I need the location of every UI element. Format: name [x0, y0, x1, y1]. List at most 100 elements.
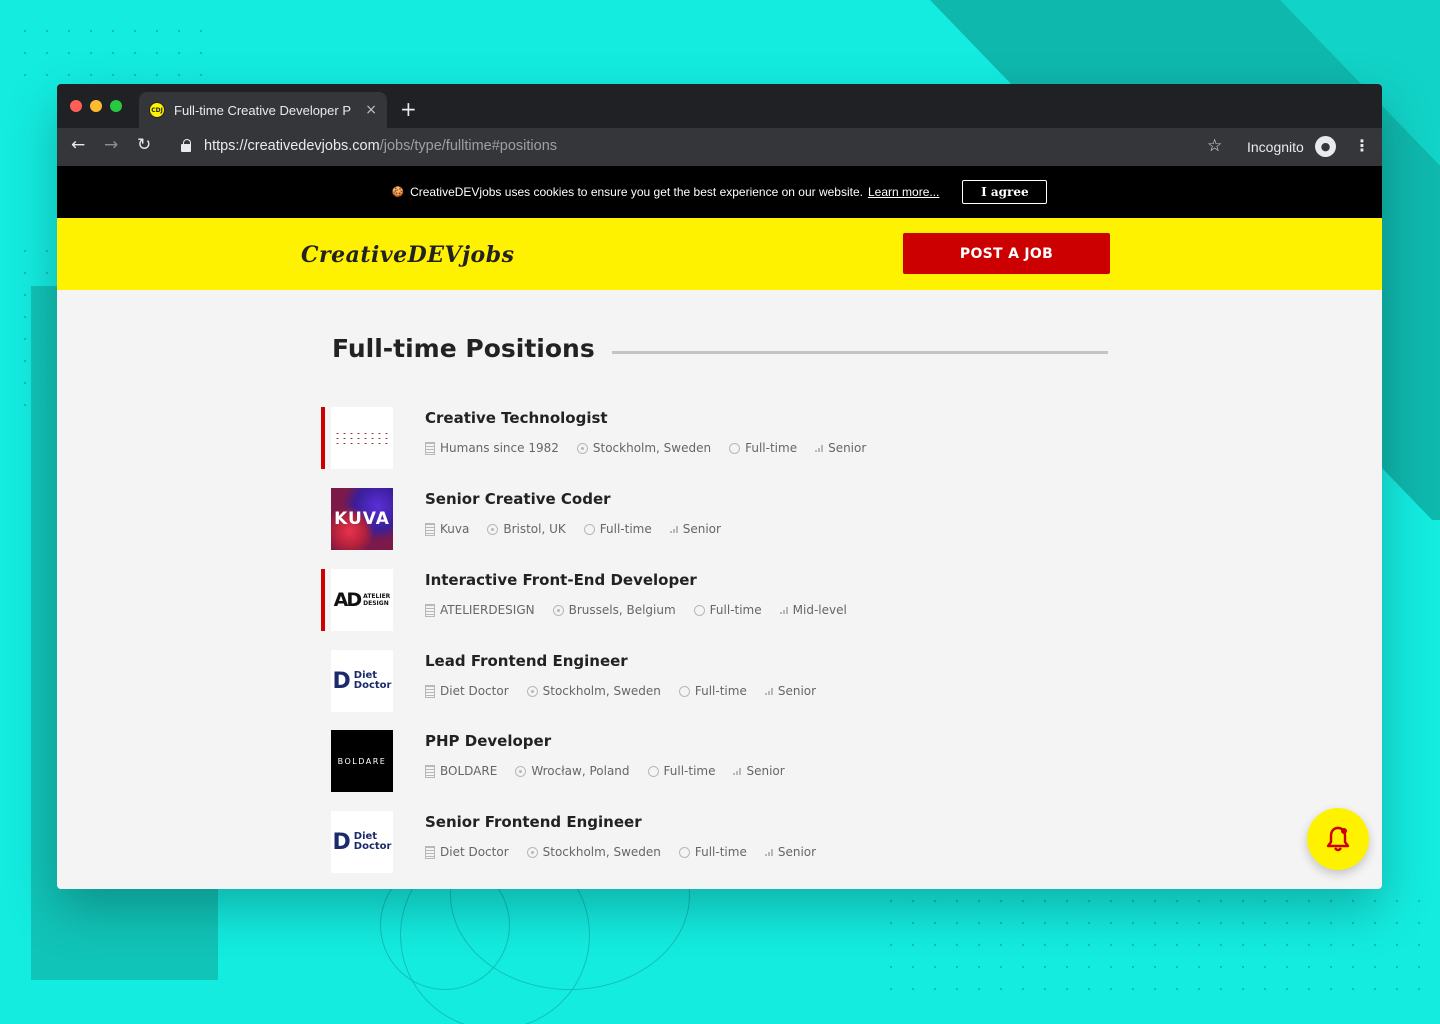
lock-icon	[181, 139, 191, 152]
building-icon	[425, 522, 435, 536]
job-location: Stockholm, Sweden	[526, 684, 661, 698]
job-title[interactable]: Interactive Front-End Developer	[425, 571, 697, 589]
close-window-button[interactable]	[70, 100, 82, 112]
job-type: Full-time	[678, 845, 747, 859]
browser-menu-icon[interactable]: ⋮	[1354, 136, 1370, 155]
boldare-logo[interactable]: BOLDARE	[331, 730, 393, 792]
job-type: Full-time	[678, 684, 747, 698]
location-text: Stockholm, Sweden	[542, 845, 661, 859]
bookmark-star-icon[interactable]: ☆	[1207, 136, 1222, 156]
location-text: Bristol, UK	[503, 522, 566, 536]
job-company: Humans since 1982	[425, 441, 559, 455]
job-listing[interactable]: Creative Technologist Humans since 1982 …	[321, 407, 921, 469]
kuva-logo[interactable]: KUVA	[331, 488, 393, 550]
level-text: Senior	[777, 684, 817, 698]
diet-doctor-logo[interactable]: D Diet Doctor	[331, 811, 393, 873]
company-name: BOLDARE	[440, 764, 498, 778]
logo-text: BOLDARE	[337, 756, 387, 766]
logo-text: Doctor	[353, 680, 392, 691]
forward-arrow-icon[interactable]: →	[104, 135, 118, 155]
site-header: CreativeDEVjobs POST A JOB	[57, 218, 1382, 290]
job-listing[interactable]: D Diet Doctor Senior Frontend Engineer Die…	[321, 811, 921, 873]
location-text: Stockholm, Sweden	[542, 684, 661, 698]
diet-doctor-logo[interactable]: D Diet Doctor	[331, 650, 393, 712]
new-tab-button[interactable]: +	[400, 97, 417, 121]
level-text: Senior	[682, 522, 721, 536]
job-title[interactable]: Creative Technologist	[425, 409, 608, 427]
job-level: Senior	[815, 441, 866, 455]
reload-icon[interactable]: ↻	[137, 135, 151, 155]
bell-icon	[1326, 826, 1350, 852]
address-bar[interactable]: https://creativedevjobs.com/jobs/type/fu…	[204, 138, 557, 154]
favicon-icon: CDJ	[149, 102, 165, 118]
atelier-design-logo[interactable]: AD ATELIER DESIGN	[331, 569, 393, 631]
site-logo[interactable]: CreativeDEVjobs	[301, 242, 514, 268]
humans-since-1982-logo[interactable]	[331, 407, 393, 469]
job-listing[interactable]: D Diet Doctor Lead Frontend Engineer Diet …	[321, 650, 921, 712]
location-pin-icon	[552, 604, 564, 616]
logo-text: AD	[333, 589, 363, 611]
job-title[interactable]: Senior Frontend Engineer	[425, 813, 642, 831]
job-location: Stockholm, Sweden	[526, 845, 661, 859]
job-company: Diet Doctor	[425, 845, 509, 859]
logo-text: KUVA	[334, 509, 390, 529]
location-pin-icon	[515, 765, 527, 777]
company-name: ATELIERDESIGN	[440, 603, 535, 617]
location-pin-icon	[526, 846, 538, 858]
learn-more-link[interactable]: Learn more...	[868, 185, 939, 199]
job-level: Senior	[764, 684, 817, 698]
job-type-text: Full-time	[663, 764, 716, 778]
job-title[interactable]: PHP Developer	[425, 732, 551, 750]
job-level: Mid-level	[779, 603, 847, 617]
incognito-icon[interactable]: ●	[1315, 136, 1336, 157]
incognito-label: Incognito	[1247, 139, 1304, 155]
browser-tab[interactable]: CDJ Full-time Creative Developer P ×	[139, 92, 387, 128]
company-name: Humans since 1982	[440, 441, 559, 455]
level-bars-icon	[779, 606, 788, 614]
level-text: Mid-level	[792, 603, 847, 617]
job-meta: ATELIERDESIGN Brussels, Belgium Full-tim…	[425, 603, 865, 617]
job-level: Senior	[764, 845, 817, 859]
job-meta: Humans since 1982 Stockholm, Sweden Full…	[425, 441, 884, 455]
job-type: Full-time	[647, 764, 716, 778]
job-level: Senior	[733, 764, 785, 778]
page-title: Full-time Positions	[332, 334, 595, 363]
location-pin-icon	[526, 685, 538, 697]
job-title[interactable]: Senior Creative Coder	[425, 490, 611, 508]
minimize-window-button[interactable]	[90, 100, 102, 112]
job-title[interactable]: Lead Frontend Engineer	[425, 652, 628, 670]
building-icon	[425, 764, 435, 778]
cookie-banner: 🍪 CreativeDEVjobs uses cookies to ensure…	[57, 166, 1382, 218]
job-type-text: Full-time	[599, 522, 652, 536]
building-icon	[425, 684, 435, 698]
job-type-text: Full-time	[694, 684, 747, 698]
job-listing[interactable]: BOLDARE PHP Developer BOLDARE Wrocław, P…	[321, 730, 921, 792]
job-company: Diet Doctor	[425, 684, 509, 698]
tab-bar: CDJ Full-time Creative Developer P × +	[57, 84, 1382, 128]
job-location: Brussels, Belgium	[552, 603, 676, 617]
main-content: Full-time Positions Creative Technologis…	[57, 290, 1382, 889]
job-company: BOLDARE	[425, 764, 497, 778]
job-meta: Diet Doctor Stockholm, Sweden Full-time …	[425, 845, 834, 859]
level-text: Senior	[777, 845, 817, 859]
logo-text: ATELIER	[363, 593, 391, 600]
job-type-text: Full-time	[694, 845, 747, 859]
title-divider	[612, 351, 1108, 354]
close-tab-icon[interactable]: ×	[365, 102, 377, 118]
company-name: Diet Doctor	[440, 684, 509, 698]
job-listing[interactable]: KUVA Senior Creative Coder Kuva Bristol,…	[321, 488, 921, 550]
job-meta: Diet Doctor Stockholm, Sweden Full-time …	[425, 684, 834, 698]
job-listing[interactable]: AD ATELIER DESIGN Interactive Front-End De…	[321, 569, 921, 631]
url-domain: https://creativedevjobs.com	[204, 138, 380, 154]
company-name: Diet Doctor	[440, 845, 509, 859]
back-arrow-icon[interactable]: ←	[71, 135, 85, 155]
browser-window: CDJ Full-time Creative Developer P × + ←…	[57, 84, 1382, 889]
clock-icon	[678, 846, 690, 858]
notification-bell-button[interactable]	[1307, 808, 1369, 870]
post-job-button[interactable]: POST A JOB	[903, 233, 1110, 274]
agree-button[interactable]: I agree	[962, 180, 1048, 204]
maximize-window-button[interactable]	[110, 100, 122, 112]
background-dots	[14, 20, 214, 90]
job-location: Bristol, UK	[487, 522, 566, 536]
location-pin-icon	[576, 442, 588, 454]
